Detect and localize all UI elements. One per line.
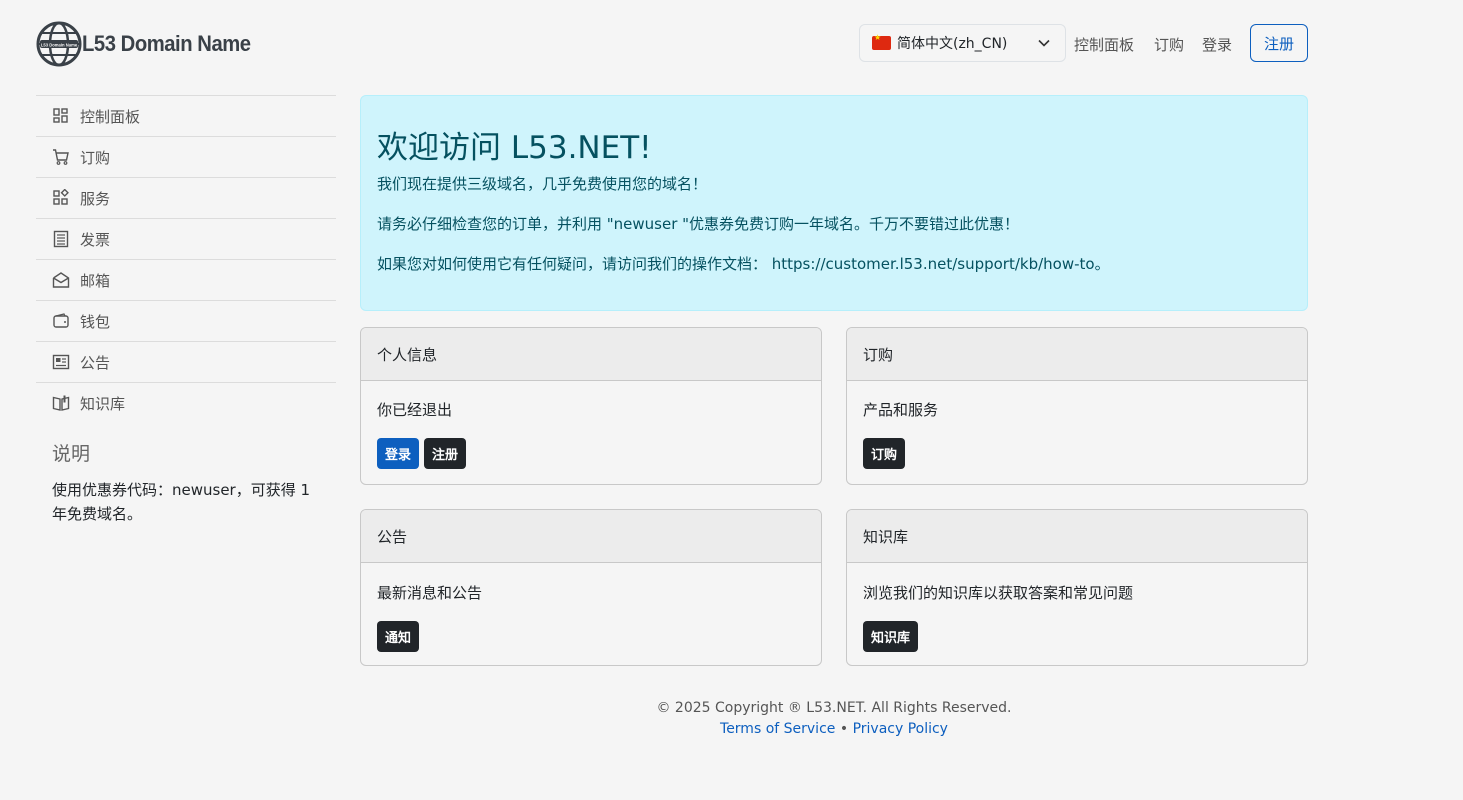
register-button[interactable]: 注册: [1250, 24, 1308, 62]
sidebar-item-label: 控制面板: [80, 107, 141, 126]
language-select[interactable]: 简体中文(zh_CN): [859, 24, 1066, 62]
chevron-down-icon: [1038, 39, 1050, 47]
footer-separator: •: [839, 721, 849, 737]
sidebar-item-label: 发票: [80, 230, 111, 249]
sidebar: 控制面板 订购 服务 发票 邮箱 钱包 公告 知识库 说明 使用优惠券代码：ne…: [36, 95, 336, 526]
sidebar-item-label: 钱包: [80, 312, 111, 331]
login-button[interactable]: 登录: [377, 438, 420, 469]
card-title: 公告: [361, 510, 821, 563]
card-text: 最新消息和公告: [377, 584, 483, 602]
nav-login-link[interactable]: 登录: [1202, 34, 1232, 55]
card-text: 浏览我们的知识库以获取答案和常见问题: [863, 584, 1134, 602]
globe-logo-icon: L53 Domain Name: [36, 21, 82, 67]
sidebar-item-label: 邮箱: [80, 271, 111, 290]
sidebar-item-announcements[interactable]: 公告: [36, 341, 336, 382]
privacy-link[interactable]: Privacy Policy: [853, 721, 948, 737]
news-icon: [52, 354, 70, 370]
sidebar-item-wallet[interactable]: 钱包: [36, 300, 336, 341]
alert-title: 欢迎访问 L53.NET!: [377, 130, 652, 166]
logo[interactable]: L53 Domain Name L53 Domain Name: [36, 21, 265, 67]
sidebar-notes: 说明 使用优惠券代码：newuser，可获得 1 年免费域名。: [36, 423, 336, 526]
welcome-alert: 欢迎访问 L53.NET! 我们现在提供三级域名，几乎免费使用您的域名！ 请务必…: [360, 95, 1308, 311]
knowledgebase-button[interactable]: 知识库: [863, 621, 919, 652]
header: L53 Domain Name L53 Domain Name 简体中文(zh_…: [0, 0, 1463, 90]
sidebar-item-dashboard[interactable]: 控制面板: [36, 95, 336, 136]
sidebar-item-mail[interactable]: 邮箱: [36, 259, 336, 300]
sidebar-item-label: 订购: [80, 148, 111, 167]
sidebar-item-services[interactable]: 服务: [36, 177, 336, 218]
card-title: 订购: [847, 328, 1307, 381]
mail-icon: [52, 272, 70, 288]
sidebar-item-label: 公告: [80, 353, 111, 372]
alert-line: 如果您对如何使用它有任何疑问，请访问我们的操作文档： https://custo…: [377, 255, 1110, 273]
alert-line: 我们现在提供三级域名，几乎免费使用您的域名！: [377, 175, 708, 193]
announcements-button[interactable]: 通知: [377, 621, 420, 652]
sidebar-item-invoices[interactable]: 发票: [36, 218, 336, 259]
footer: © 2025 Copyright ® L53.NET. All Rights R…: [360, 698, 1308, 740]
order-card: 订购 产品和服务 订购: [846, 327, 1308, 485]
card-text: 你已经退出: [377, 401, 453, 419]
card-text: 产品和服务: [863, 401, 939, 419]
dashboard-icon: [53, 108, 68, 123]
card-title: 个人信息: [361, 328, 821, 381]
services-icon: [53, 189, 69, 205]
cart-icon: [53, 149, 69, 165]
nav-dashboard-link[interactable]: 控制面板: [1074, 34, 1134, 55]
profile-card: 个人信息 你已经退出 登录 注册: [360, 327, 822, 485]
book-icon: [52, 395, 70, 411]
sidebar-item-order[interactable]: 订购: [36, 136, 336, 177]
notes-title: 说明: [52, 443, 91, 465]
china-flag-icon: [872, 33, 891, 50]
wallet-icon: [53, 313, 69, 328]
sidebar-item-label: 知识库: [80, 394, 126, 413]
sidebar-item-label: 服务: [80, 189, 111, 208]
invoice-icon: [53, 230, 69, 248]
sidebar-item-knowledgebase[interactable]: 知识库: [36, 382, 336, 423]
terms-link[interactable]: Terms of Service: [720, 721, 835, 737]
copyright-text: © 2025 Copyright ® L53.NET. All Rights R…: [656, 700, 1012, 716]
knowledgebase-card: 知识库 浏览我们的知识库以获取答案和常见问题 知识库: [846, 509, 1308, 666]
announcements-card: 公告 最新消息和公告 通知: [360, 509, 822, 666]
nav-order-link[interactable]: 订购: [1154, 34, 1184, 55]
brand-name: L53 Domain Name: [82, 31, 251, 56]
alert-line: 请务必仔细检查您的订单，并利用 "newuser "优惠券免费订购一年域名。千万…: [377, 215, 1020, 233]
card-register-button[interactable]: 注册: [424, 438, 467, 469]
order-button[interactable]: 订购: [863, 438, 906, 469]
logo-badge-text: L53 Domain Name: [41, 42, 78, 47]
language-label: 简体中文(zh_CN): [897, 36, 1008, 52]
card-title: 知识库: [847, 510, 1307, 563]
notes-text: 使用优惠券代码：newuser，可获得 1 年免费域名。: [52, 481, 311, 523]
